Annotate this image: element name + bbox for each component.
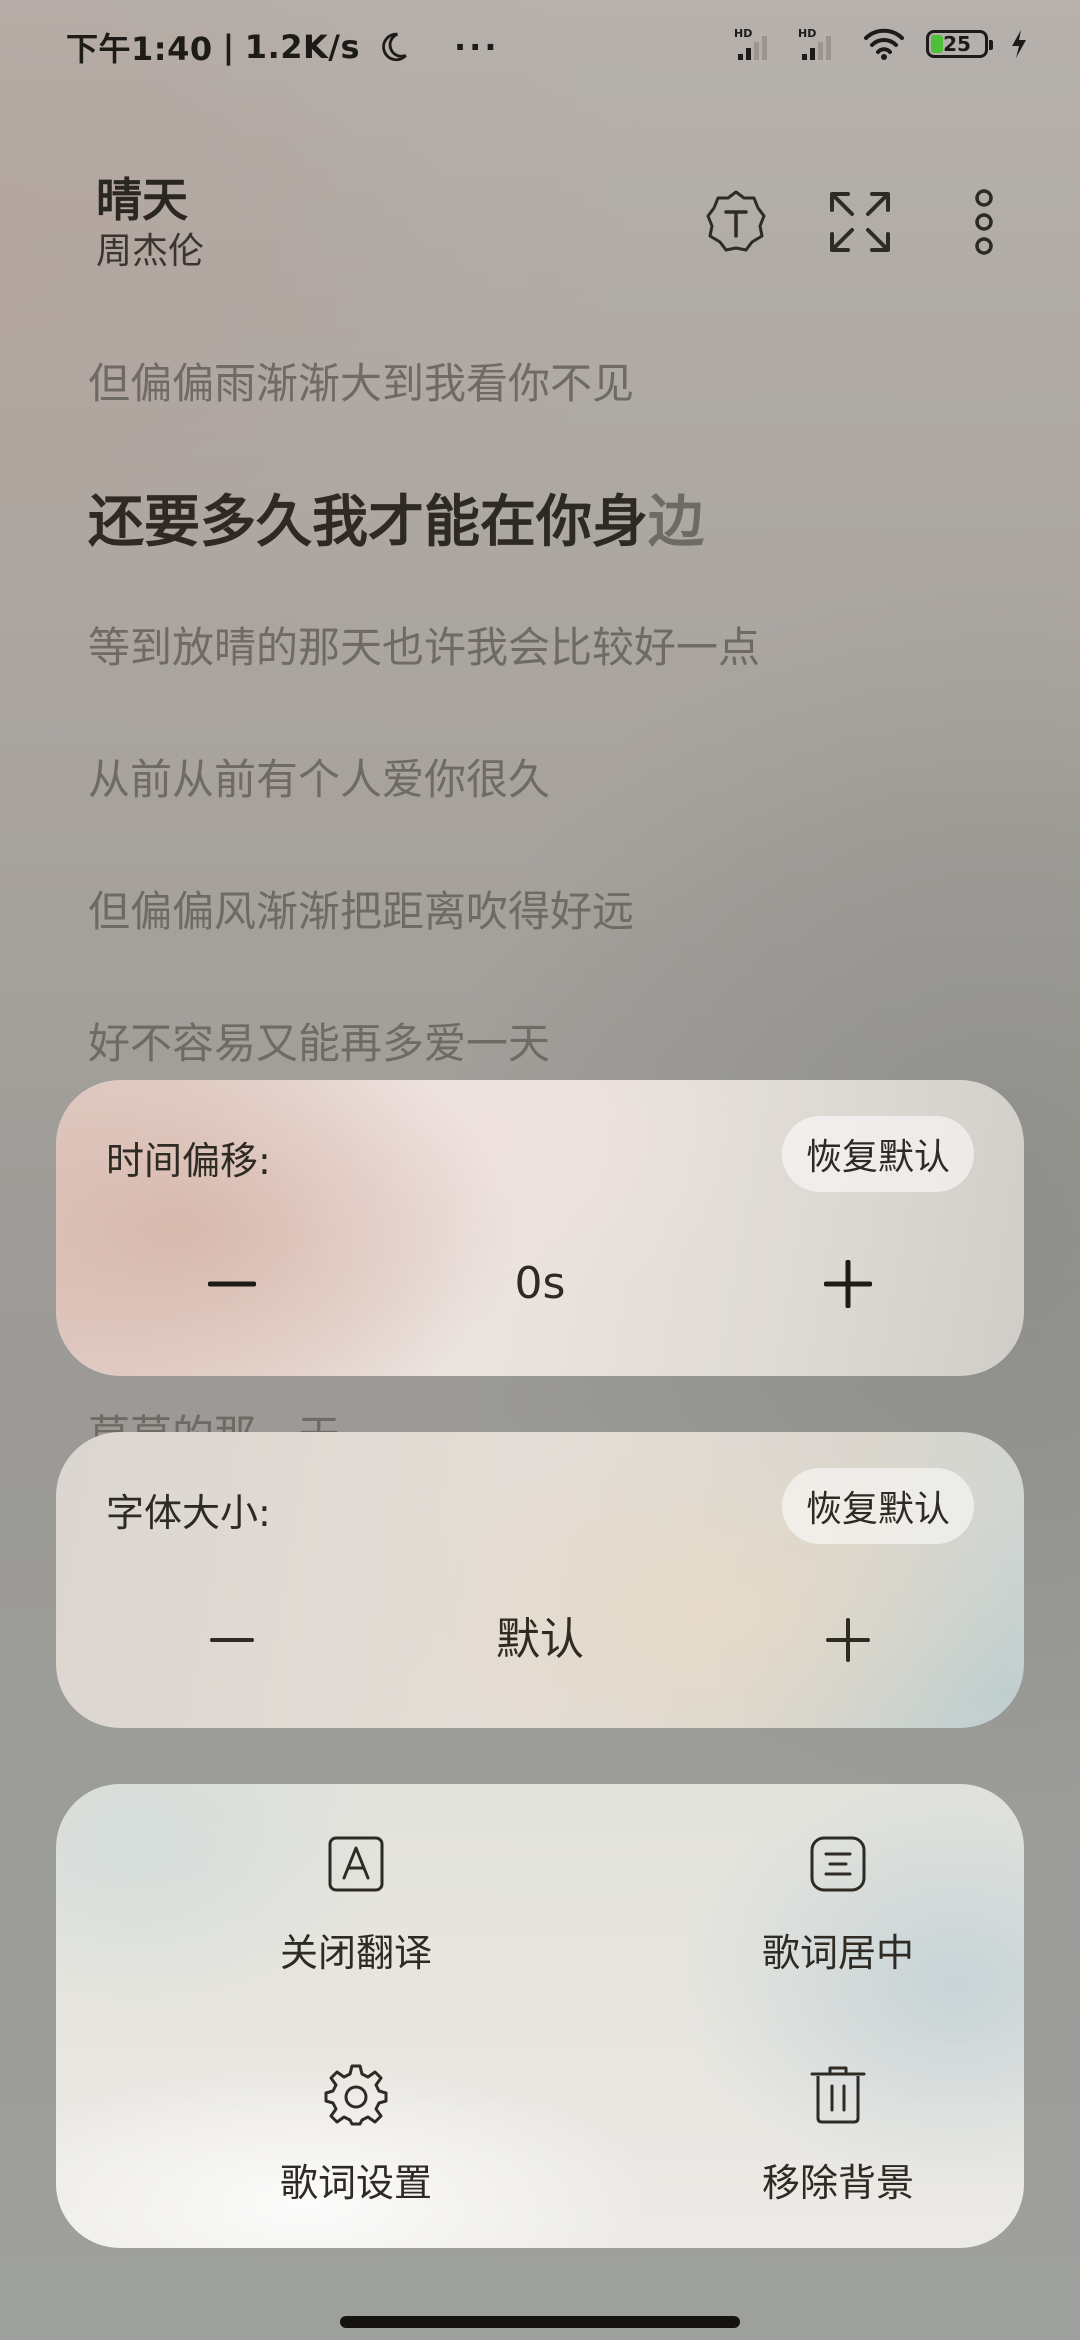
charging-icon bbox=[1012, 30, 1026, 58]
more-icon[interactable] bbox=[948, 186, 1020, 258]
home-indicator[interactable] bbox=[340, 2316, 740, 2328]
font-size-plus-button[interactable] bbox=[808, 1600, 888, 1680]
close-translation-button[interactable]: 关闭翻译 bbox=[156, 1832, 556, 1977]
wifi-icon bbox=[864, 28, 904, 60]
action-label: 歌词居中 bbox=[761, 1931, 914, 1975]
plus-icon bbox=[824, 1260, 872, 1308]
lyrics-settings-button[interactable]: 歌词设置 bbox=[156, 2062, 556, 2207]
separator: | bbox=[222, 28, 235, 66]
time-offset-card: 时间偏移: 恢复默认 0s bbox=[56, 1080, 1024, 1376]
lyric-line[interactable]: 但偏偏风渐渐把距离吹得好远 bbox=[88, 888, 1040, 936]
remove-background-button[interactable]: 移除背景 bbox=[638, 2062, 1024, 2207]
time-offset-stepper: 0s bbox=[56, 1244, 1024, 1324]
trash-icon bbox=[810, 2066, 866, 2124]
align-center-icon bbox=[810, 1836, 866, 1892]
lyrics-center-button[interactable]: 歌词居中 bbox=[638, 1832, 1024, 1977]
more-notifications-icon: ··· bbox=[454, 28, 500, 66]
network-speed: 1.2K/s bbox=[244, 28, 361, 66]
font-size-reset-button[interactable]: 恢复默认 bbox=[781, 1468, 974, 1544]
lyric-line[interactable]: 从前从前有个人爱你很久 bbox=[88, 756, 1040, 804]
lyric-highlight: 还要多久我才能在你身 bbox=[88, 490, 648, 555]
translate-icon[interactable] bbox=[700, 186, 772, 258]
time-offset-label: 时间偏移: bbox=[106, 1139, 271, 1183]
status-left: 下午1:40 | 1.2K/s ··· bbox=[66, 24, 499, 70]
clock: 下午1:40 bbox=[66, 30, 213, 68]
fullscreen-icon[interactable] bbox=[824, 186, 896, 258]
song-header: 晴天 周杰伦 bbox=[96, 172, 204, 276]
lyric-line[interactable]: 但偏偏雨渐渐大到我看你不见 bbox=[88, 360, 1040, 408]
sim1-label: HD bbox=[734, 27, 752, 40]
signal-icon: HD bbox=[734, 27, 767, 60]
status-bar: 下午1:40 | 1.2K/s ··· HD HD 25 bbox=[0, 0, 1080, 96]
font-size-label: 字体大小: bbox=[106, 1491, 271, 1535]
action-label: 关闭翻译 bbox=[279, 1931, 432, 1975]
header-actions bbox=[700, 186, 1020, 258]
action-label: 歌词设置 bbox=[279, 2161, 432, 2205]
lyric-line-active[interactable]: 还要多久我才能在你身边 bbox=[88, 492, 1040, 554]
plus-icon bbox=[826, 1618, 870, 1662]
status-right: HD HD 25 bbox=[734, 26, 1030, 62]
lyric-line[interactable]: 好不容易又能再多爱一天 bbox=[88, 1020, 1040, 1068]
lyric-tail: 边 bbox=[648, 490, 704, 555]
signal-icon-2: HD bbox=[798, 27, 831, 60]
lyric-line[interactable]: 等到放晴的那天也许我会比较好一点 bbox=[88, 624, 1040, 672]
moon-icon bbox=[382, 32, 407, 62]
gear-icon bbox=[324, 2064, 388, 2126]
battery-level: 25 bbox=[943, 32, 971, 56]
song-title: 晴天 bbox=[96, 173, 188, 227]
action-label: 移除背景 bbox=[761, 2161, 914, 2205]
battery-icon: 25 bbox=[926, 30, 993, 58]
font-size-card: 字体大小: 恢复默认 默认 bbox=[56, 1432, 1024, 1728]
sim2-label: HD bbox=[798, 27, 816, 40]
font-size-stepper: 默认 bbox=[56, 1600, 1024, 1680]
lyrics-list[interactable]: 但偏偏雨渐渐大到我看你不见 还要多久我才能在你身边 等到放晴的那天也许我会比较好… bbox=[88, 360, 1040, 1152]
song-artist: 周杰伦 bbox=[96, 231, 205, 272]
time-offset-reset-button[interactable]: 恢复默认 bbox=[781, 1116, 974, 1192]
translate-off-icon bbox=[328, 1836, 384, 1892]
time-offset-plus-button[interactable] bbox=[808, 1244, 888, 1324]
lyric-actions-card: 关闭翻译 歌词居中 歌词设置 移除背景 bbox=[56, 1784, 1024, 2248]
